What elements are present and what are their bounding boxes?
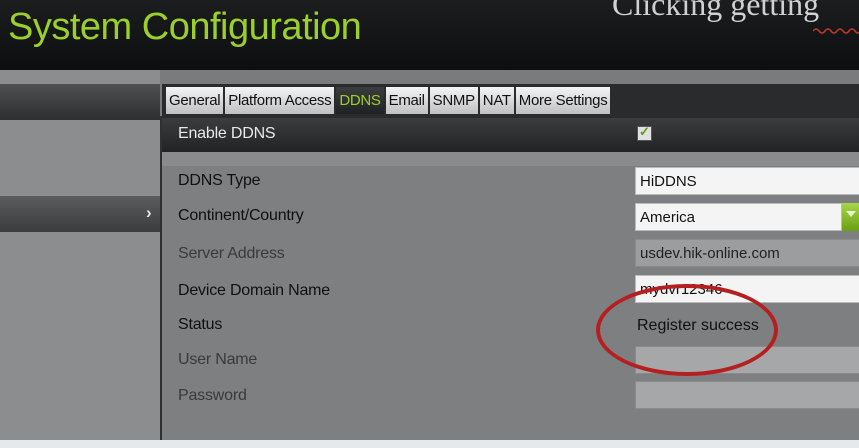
ddns-type-label: DDNS Type — [178, 172, 261, 189]
left-menu-item-selected[interactable] — [0, 196, 160, 232]
server-address-field: usdev.hik-online.com — [635, 239, 859, 267]
chevron-right-icon: › — [146, 203, 152, 222]
slide-background-edge — [0, 440, 859, 448]
device-domain-label: Device Domain Name — [178, 282, 331, 299]
enable-ddns-checkbox[interactable]: ✓ — [637, 124, 652, 141]
tab-ddns[interactable]: DDNS — [336, 87, 384, 114]
left-menu-panel — [0, 70, 160, 448]
tab-general[interactable]: General — [166, 87, 224, 114]
dvr-config-screen: System Configuration Clicking getting › … — [0, 0, 859, 448]
tab-email[interactable]: Email — [385, 87, 428, 114]
dropdown-arrow-icon — [846, 211, 856, 217]
continent-label: Continent/Country — [178, 207, 304, 224]
tab-list: General Platform Access DDNS Email SNMP … — [166, 87, 611, 114]
continent-dropdown-button[interactable] — [842, 203, 859, 231]
page-title: System Configuration — [8, 6, 362, 48]
spellcheck-squiggle — [813, 28, 859, 34]
enable-ddns-label: Enable DDNS — [178, 125, 276, 142]
server-address-label: Server Address — [178, 245, 285, 262]
continent-select[interactable]: America — [635, 203, 842, 231]
ddns-type-field[interactable]: HiDDNS — [635, 167, 859, 195]
tab-platform-access[interactable]: Platform Access — [225, 87, 335, 114]
password-input[interactable] — [635, 381, 859, 409]
form-separator — [162, 152, 859, 166]
password-label: Password — [178, 387, 247, 404]
tab-snmp[interactable]: SNMP — [429, 87, 478, 114]
user-name-label: User Name — [178, 351, 258, 368]
tab-nat[interactable]: NAT — [479, 87, 514, 114]
left-menu-header — [0, 84, 160, 120]
checkmark-icon: ✓ — [639, 124, 650, 139]
overlay-caption: Clicking getting — [612, 0, 820, 22]
annotation-circle — [596, 284, 778, 376]
status-label: Status — [178, 316, 223, 333]
tab-more-settings[interactable]: More Settings — [515, 87, 611, 114]
